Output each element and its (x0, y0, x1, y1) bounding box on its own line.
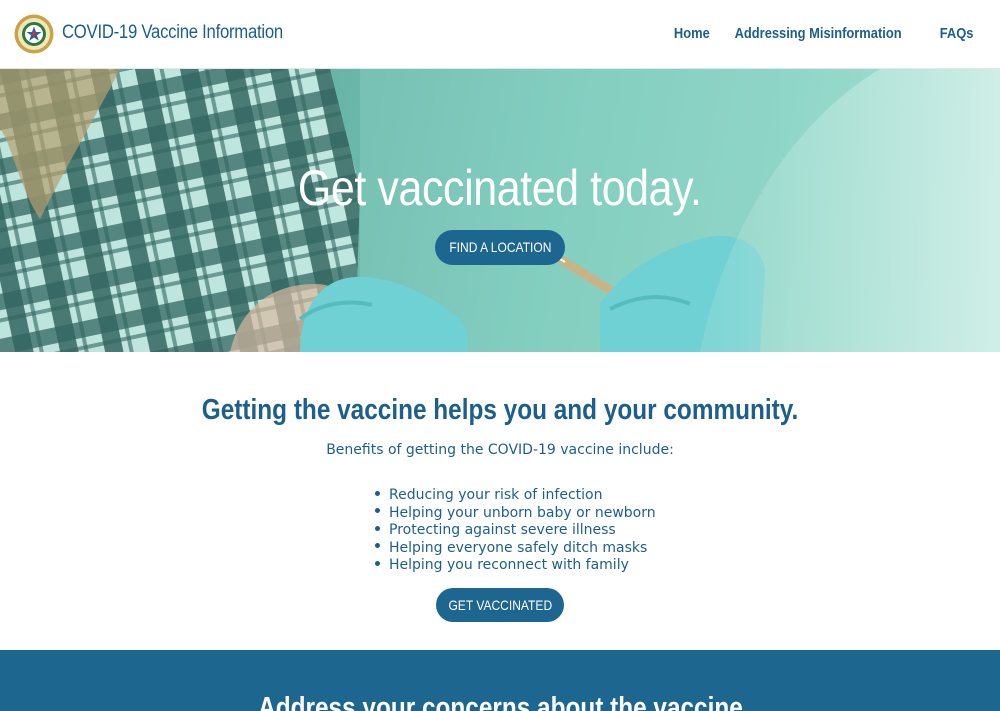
bullet-icon (375, 543, 380, 548)
hero-title: Get vaccinated today. (298, 160, 702, 216)
benefits-section: Getting the vaccine helps you and your c… (0, 352, 1000, 650)
find-location-button[interactable]: FIND A LOCATION (435, 230, 565, 265)
benefits-heading: Getting the vaccine helps you and your c… (201, 394, 799, 426)
benefits-subtitle: Benefits of getting the COVID-19 vaccine… (326, 442, 674, 458)
list-item: Helping your unborn baby or newborn (375, 505, 656, 523)
list-item: Reducing your risk of infection (375, 487, 656, 505)
list-item: Helping you reconnect with family (375, 557, 656, 575)
bullet-icon (375, 490, 380, 496)
concerns-heading: Address your concerns about the vaccine (257, 692, 743, 711)
site-title[interactable]: COVID-19 Vaccine Information (62, 22, 283, 44)
county-seal-icon[interactable] (14, 14, 54, 54)
nav-addressing-misinformation[interactable]: Addressing Misinformation (734, 25, 901, 42)
list-item: Protecting against severe illness (375, 522, 656, 540)
site-header: COVID-19 Vaccine Information Home Addres… (0, 0, 1000, 69)
main-nav: Home Addressing Misinformation FAQs (671, 25, 976, 42)
benefit-list: Reducing your risk of infection Helping … (375, 487, 656, 575)
bullet-icon (375, 560, 380, 566)
concerns-section: Address your concerns about the vaccine (0, 650, 1000, 711)
nav-faqs[interactable]: FAQs (940, 25, 974, 42)
hero-banner: Get vaccinated today. FIND A LOCATION (0, 69, 1000, 352)
get-vaccinated-button[interactable]: GET VACCINATED (436, 588, 564, 622)
bullet-icon (375, 508, 380, 513)
bullet-icon (375, 525, 380, 531)
list-item: Helping everyone safely ditch masks (375, 540, 656, 558)
nav-home[interactable]: Home (674, 25, 710, 42)
